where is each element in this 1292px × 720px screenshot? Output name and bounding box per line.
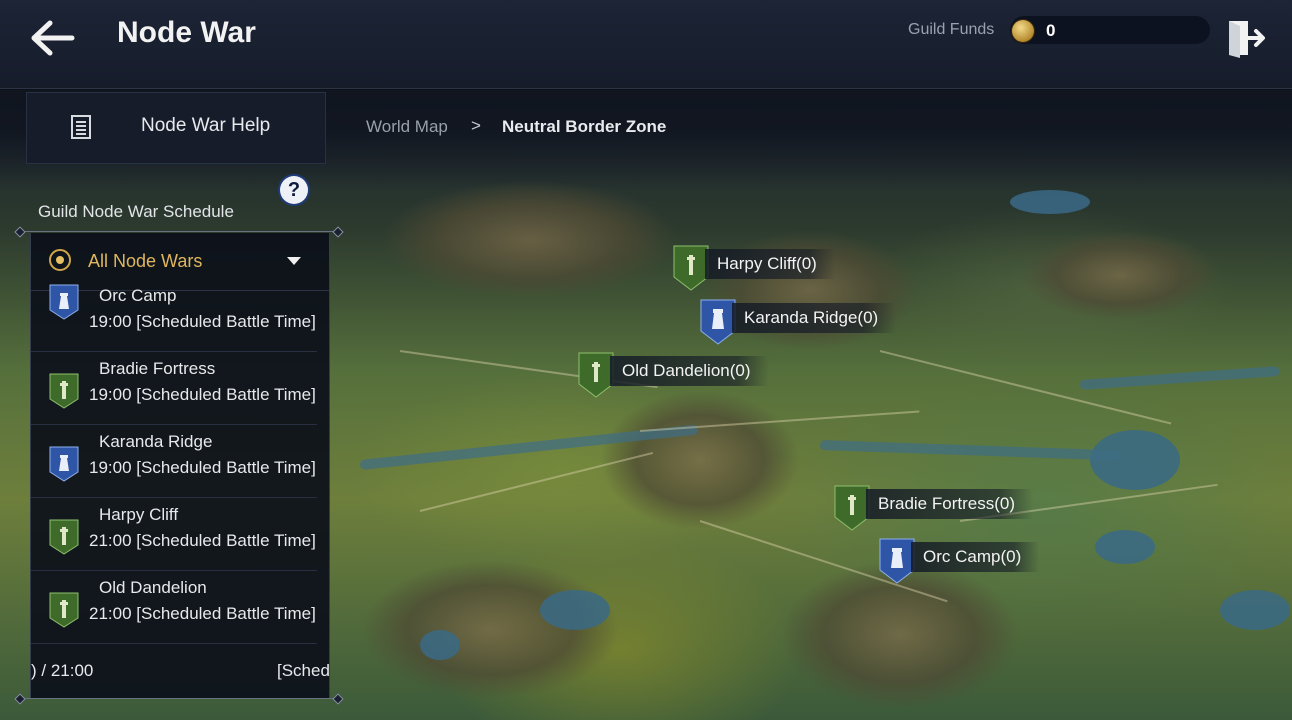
schedule-item-bradie-fortress[interactable]: Bradie Fortress [Scheduled Battle Time] … (31, 351, 317, 425)
road (879, 350, 1172, 425)
schedule-footer-label: [Sched (277, 661, 329, 680)
mountain-ridge (380, 180, 680, 300)
map-node-label: Karanda Ridge(0) (732, 303, 897, 333)
top-bar: Node War Guild Funds 0 (0, 0, 1292, 89)
map-node-label: Orc Camp(0) (911, 542, 1040, 572)
document-icon (70, 115, 92, 144)
mountain-ridge (600, 390, 800, 530)
green-node-icon (834, 485, 870, 531)
schedule-title: Guild Node War Schedule (38, 202, 234, 221)
schedule-battle-time: [Scheduled Battle Time] 19:00 (89, 312, 316, 331)
chevron-down-icon (287, 257, 301, 265)
schedule-node-name: Old Dandelion (99, 578, 207, 597)
help-question-icon[interactable]: ? (280, 176, 308, 204)
breadcrumb-current: Neutral Border Zone (502, 117, 667, 136)
green-node-icon (578, 352, 614, 398)
schedule-node-name: Karanda Ridge (99, 432, 213, 451)
map-node-label: Harpy Cliff(0) (705, 249, 835, 279)
schedule-item-karanda-ridge[interactable]: Karanda Ridge [Scheduled Battle Time] 19… (31, 424, 317, 498)
green-node-icon (673, 245, 709, 291)
schedule-battle-time: [Scheduled Battle Time] 19:00 (89, 458, 316, 477)
lake (1220, 590, 1290, 630)
breadcrumb-separator: > (471, 116, 481, 135)
coin-icon (1012, 20, 1034, 42)
schedule-battle-time: [Scheduled Battle Time] 21:00 (89, 531, 316, 550)
page-title: Node War (117, 16, 256, 49)
blue-node-icon (879, 538, 915, 584)
guild-funds-label: Guild Funds (908, 21, 995, 38)
green-node-icon (49, 373, 79, 409)
mountain-ridge (1020, 230, 1220, 320)
lake (1095, 530, 1155, 564)
schedule-battle-time: [Scheduled Battle Time] 19:00 (89, 385, 316, 404)
green-node-icon (49, 519, 79, 555)
filter-label: All Node Wars (88, 251, 203, 271)
schedule-item-old-dandelion[interactable]: Old Dandelion [Scheduled Battle Time] 21… (31, 570, 317, 644)
exit-door-icon[interactable] (1226, 18, 1266, 58)
schedule-node-name: Harpy Cliff (99, 505, 179, 524)
lake (540, 590, 610, 630)
river (819, 440, 1120, 461)
guild-funds-bar (1010, 16, 1210, 44)
blue-node-icon (700, 299, 736, 345)
blue-node-icon (49, 446, 79, 482)
mountain-ridge (360, 560, 620, 700)
schedule-item-orc-camp[interactable]: Orc Camp [Scheduled Battle Time] 19:00 (31, 278, 317, 352)
schedule-panel: All Node Wars Orc Camp [Scheduled Battle… (30, 233, 330, 699)
help-button-label[interactable]: Node War Help (141, 115, 270, 137)
green-node-icon (49, 592, 79, 628)
lake (420, 630, 460, 660)
schedule-node-name: Orc Camp (99, 286, 177, 305)
lake (1090, 430, 1180, 490)
lake (1010, 190, 1090, 214)
panel-divider-bottom (18, 698, 340, 699)
map-node-label: Old Dandelion(0) (610, 356, 769, 386)
schedule-battle-time: [Scheduled Battle Time] 21:00 (89, 604, 316, 623)
panel-divider-top (18, 231, 340, 232)
blue-node-icon (49, 284, 79, 320)
schedule-node-name: Bradie Fortress (99, 359, 216, 378)
schedule-footer-time: ) / 21:00 (31, 661, 94, 680)
back-arrow-icon[interactable] (30, 18, 76, 58)
schedule-item-harpy-cliff[interactable]: Harpy Cliff [Scheduled Battle Time] 21:0… (31, 497, 317, 571)
map-node-label: Bradie Fortress(0) (866, 489, 1033, 519)
guild-funds-value: 0 (1046, 21, 1056, 40)
breadcrumb-world-map[interactable]: World Map (366, 117, 448, 137)
radio-icon (49, 249, 71, 271)
river (1079, 366, 1280, 390)
